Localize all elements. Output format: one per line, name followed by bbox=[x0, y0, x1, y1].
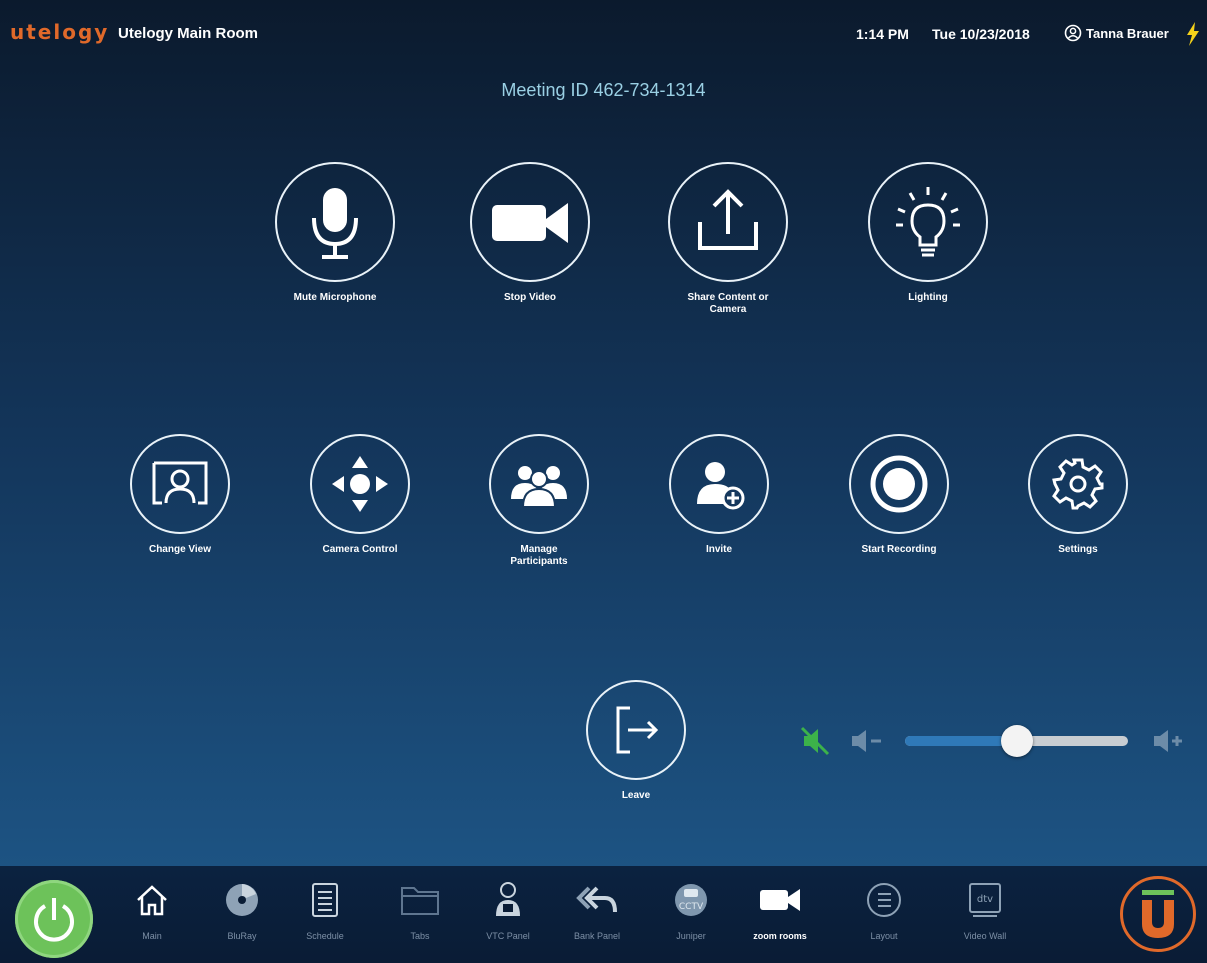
nav-label: Juniper bbox=[676, 931, 706, 941]
user-name: Tanna Brauer bbox=[1086, 25, 1169, 41]
change-view-button[interactable]: Change View bbox=[125, 434, 235, 556]
action-label: Manage Participants bbox=[510, 544, 568, 567]
microphone-icon bbox=[275, 162, 395, 282]
nav-label: Bank Panel bbox=[573, 931, 621, 941]
svg-text:CCTV: CCTV bbox=[679, 902, 704, 912]
meeting-id: Meeting ID 462-734-1314 bbox=[501, 80, 706, 100]
nav-label: Tabs bbox=[410, 931, 430, 941]
share-upload-icon bbox=[668, 162, 788, 282]
invite-button[interactable]: Invite bbox=[664, 434, 774, 556]
record-icon bbox=[849, 434, 949, 534]
video-camera-icon bbox=[470, 162, 590, 282]
action-label: Change View bbox=[148, 544, 212, 555]
invite-user-icon bbox=[669, 434, 769, 534]
exit-icon bbox=[586, 680, 686, 780]
participants-icon bbox=[489, 434, 589, 534]
clock-time: 1:14 PM bbox=[856, 26, 909, 42]
volume-down-icon[interactable] bbox=[850, 728, 884, 754]
person-badge-icon bbox=[496, 882, 520, 916]
svg-text:dtv: dtv bbox=[977, 894, 993, 905]
reply-all-icon bbox=[576, 886, 617, 913]
mute-microphone-button[interactable]: Mute Microphone bbox=[270, 162, 400, 304]
action-label: Stop Video bbox=[503, 292, 557, 303]
lighting-button[interactable]: Lighting bbox=[863, 162, 993, 304]
lightbulb-icon bbox=[868, 162, 988, 282]
cctv-icon: CCTV bbox=[675, 884, 707, 916]
clock-date: Tue 10/23/2018 bbox=[932, 26, 1030, 42]
disc-icon bbox=[226, 884, 258, 916]
tv-icon: dtv bbox=[969, 883, 1001, 917]
start-recording-button[interactable]: Start Recording bbox=[844, 434, 954, 556]
utelogy-u-icon bbox=[1142, 890, 1174, 938]
nav-label: BluRay bbox=[227, 931, 257, 941]
camera-control-icon bbox=[310, 434, 410, 534]
nav-main[interactable]: Main bbox=[117, 880, 187, 941]
manage-participants-button[interactable]: Manage Participants bbox=[484, 434, 594, 568]
nav-label: Layout bbox=[870, 931, 898, 941]
action-label: Share Content or Camera bbox=[687, 292, 769, 315]
action-label: Camera Control bbox=[322, 544, 398, 555]
user-circle-icon bbox=[1064, 24, 1082, 42]
settings-button[interactable]: Settings bbox=[1023, 434, 1133, 556]
layout-list-icon bbox=[867, 883, 901, 917]
mute-speaker-icon[interactable] bbox=[800, 726, 830, 756]
stop-video-button[interactable]: Stop Video bbox=[465, 162, 595, 304]
utelogy-u-logo[interactable] bbox=[1120, 876, 1196, 952]
utelogy-logo: utelogy bbox=[10, 20, 110, 44]
nav-vtc-panel[interactable]: VTC Panel bbox=[473, 880, 543, 941]
action-label: Settings bbox=[1058, 544, 1098, 555]
nav-zoom-rooms[interactable]: zoom rooms bbox=[745, 880, 815, 941]
nav-label: zoom rooms bbox=[753, 931, 807, 941]
action-label: Lighting bbox=[908, 292, 948, 303]
nav-label: Video Wall bbox=[963, 931, 1007, 941]
nav-tabs[interactable]: Tabs bbox=[385, 880, 455, 941]
user-menu[interactable]: Tanna Brauer bbox=[1064, 24, 1169, 42]
room-name: Utelogy Main Room bbox=[118, 25, 259, 42]
change-view-icon bbox=[130, 434, 230, 534]
nav-label: Main bbox=[142, 931, 162, 941]
volume-control bbox=[800, 722, 1190, 762]
volume-up-icon[interactable] bbox=[1152, 728, 1186, 754]
action-label: Invite bbox=[705, 544, 733, 555]
gear-icon bbox=[1028, 434, 1128, 534]
leave-button[interactable]: Leave bbox=[581, 680, 691, 802]
top-bar: utelogy Utelogy Main Room 1:14 PM Tue 10… bbox=[0, 0, 1207, 48]
power-button[interactable] bbox=[15, 880, 93, 958]
action-label: Leave bbox=[621, 790, 651, 801]
video-camera-icon bbox=[760, 889, 800, 911]
nav-layout[interactable]: Layout bbox=[849, 880, 919, 941]
volume-knob[interactable] bbox=[1000, 725, 1033, 757]
share-content-button[interactable]: Share Content or Camera bbox=[663, 162, 793, 316]
power-icon bbox=[34, 898, 74, 942]
folder-icon bbox=[401, 887, 439, 915]
nav-video-wall[interactable]: dtv Video Wall bbox=[950, 880, 1020, 941]
camera-control-button[interactable]: Camera Control bbox=[305, 434, 415, 556]
nav-label: Schedule bbox=[306, 931, 344, 941]
nav-schedule[interactable]: Schedule bbox=[290, 880, 360, 941]
action-label: Start Recording bbox=[861, 544, 937, 555]
nav-bank-panel[interactable]: Bank Panel bbox=[562, 880, 632, 941]
nav-bluray[interactable]: BluRay bbox=[207, 880, 277, 941]
nav-label: VTC Panel bbox=[486, 931, 530, 941]
nav-juniper[interactable]: CCTV Juniper bbox=[656, 880, 726, 941]
home-icon bbox=[137, 885, 167, 916]
schedule-list-icon bbox=[312, 883, 338, 917]
lightning-bolt-icon[interactable] bbox=[1185, 22, 1201, 46]
volume-fill bbox=[905, 736, 1017, 746]
action-label: Mute Microphone bbox=[293, 292, 377, 303]
